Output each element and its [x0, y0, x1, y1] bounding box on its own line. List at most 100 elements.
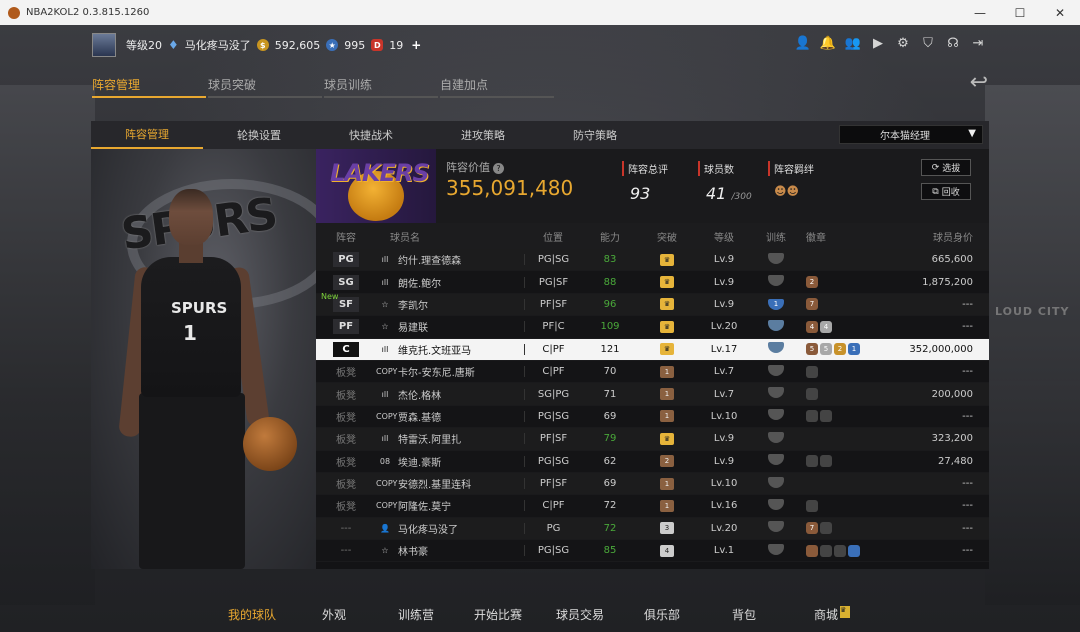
- breakthrough-cell: ♛: [638, 320, 696, 333]
- table-row[interactable]: 板凳 COPY 贾森.基德 PG|SG 69 1 Lv.10 ---: [316, 405, 989, 429]
- tab-lineup-management[interactable]: 阵容管理: [92, 73, 206, 98]
- friends-icon[interactable]: 👥: [845, 35, 861, 51]
- training-cell[interactable]: 1: [752, 298, 800, 311]
- training-shield-icon: [768, 342, 784, 354]
- badges-cell[interactable]: [800, 455, 888, 468]
- training-cell[interactable]: [752, 521, 800, 535]
- col-slot[interactable]: 阵容: [316, 229, 376, 244]
- badge-icon: 2: [834, 343, 846, 356]
- video-icon[interactable]: ▶: [870, 35, 886, 51]
- table-row[interactable]: SG ıll 朗佐.鲍尔 PG|SF 88 ♛ Lv.9 2 1,875,200: [316, 271, 989, 294]
- col-ability[interactable]: 能力: [582, 229, 638, 244]
- col-badges[interactable]: 徽章: [800, 229, 888, 244]
- breakthrough-cell: 1: [638, 477, 696, 490]
- badges-cell[interactable]: [800, 499, 888, 512]
- table-row[interactable]: PF ☆ 易建联 PF|C 109 ♛ Lv.20 4 4 ---: [316, 316, 989, 339]
- col-breakthrough[interactable]: 突破: [638, 229, 696, 244]
- table-row[interactable]: 板凳 08 埃迪.豪斯 PG|SG 62 2 Lv.9 27,480: [316, 450, 989, 473]
- select-button[interactable]: ⟳ 选拔: [921, 159, 971, 176]
- subtab-offense[interactable]: 进攻策略: [427, 121, 539, 149]
- player-name: 特雷沃.阿里扎: [398, 435, 462, 447]
- col-value[interactable]: 球员身价: [888, 229, 989, 244]
- nav-shop[interactable]: 商城 ♛: [814, 606, 851, 623]
- tab-player-breakthrough[interactable]: 球员突破: [208, 73, 322, 98]
- training-cell[interactable]: [752, 454, 800, 468]
- badges-cell[interactable]: 7: [800, 522, 888, 535]
- training-cell[interactable]: [752, 387, 800, 401]
- training-cell[interactable]: [752, 319, 800, 334]
- table-row[interactable]: --- 👤 马化疼马没了 PG 72 3 Lv.20 7 ---: [316, 517, 989, 541]
- badges-cell[interactable]: [800, 544, 888, 557]
- maximize-button[interactable]: ☐: [1000, 0, 1040, 25]
- table-row[interactable]: New SF ☆ 李凯尔 PF|SF 96 ♛ Lv.9 1 7 ---: [316, 292, 989, 317]
- badge-icon: [820, 544, 832, 557]
- badges-cell[interactable]: 7: [800, 298, 888, 311]
- nav-player-trade[interactable]: 球员交易: [556, 606, 604, 623]
- close-button[interactable]: ✕: [1040, 0, 1080, 25]
- col-position[interactable]: 位置: [524, 229, 582, 244]
- table-row[interactable]: PG ıll 约什.理查德森 PG|SG 83 ♛ Lv.9 665,600: [316, 249, 989, 272]
- badges-cell[interactable]: 2: [800, 276, 888, 289]
- badges-cell[interactable]: [800, 388, 888, 401]
- training-cell[interactable]: [752, 431, 800, 446]
- subtab-defense[interactable]: 防守策略: [539, 121, 651, 149]
- subtab-lineup[interactable]: 阵容管理: [91, 121, 203, 149]
- gear-icon[interactable]: ⚙: [895, 35, 911, 51]
- headset-icon[interactable]: ☊: [945, 35, 961, 51]
- table-row[interactable]: --- ☆ 林书豪 PG|SG 85 4 Lv.1 ---: [316, 540, 989, 563]
- profile-icon[interactable]: 👤: [795, 35, 811, 51]
- shield-icon[interactable]: ⛉: [920, 35, 936, 51]
- tab-player-training[interactable]: 球员训练: [324, 73, 438, 98]
- breakthrough-icon: ♛: [660, 432, 674, 445]
- subtab-quick-tactics[interactable]: 快捷战术: [315, 121, 427, 149]
- training-cell[interactable]: [752, 275, 800, 289]
- tab-custom-points[interactable]: 自建加点: [440, 73, 554, 98]
- nav-club[interactable]: 俱乐部: [644, 606, 680, 623]
- col-level[interactable]: 等级: [696, 229, 752, 244]
- slot-cell: 板凳: [316, 364, 376, 379]
- recharge-plus-button[interactable]: +: [411, 38, 421, 52]
- table-row[interactable]: 板凳 COPY 安德烈.基里连科 PF|SF 69 1 Lv.10 ---: [316, 472, 989, 496]
- training-cell[interactable]: [752, 498, 800, 513]
- logout-icon[interactable]: ⇥: [970, 35, 986, 51]
- breakthrough-cell: 3: [638, 522, 696, 535]
- training-cell[interactable]: [752, 252, 800, 267]
- training-cell[interactable]: [752, 476, 800, 491]
- table-row[interactable]: 板凳 COPY 卡尔-安东尼.唐斯 C|PF 70 1 Lv.7 ---: [316, 360, 989, 384]
- breakthrough-cell: 1: [638, 388, 696, 401]
- training-cell[interactable]: [752, 342, 800, 356]
- col-training[interactable]: 训练: [752, 229, 800, 244]
- table-row[interactable]: Cıll 维克托.文班亚马 C|PF 121 ♛ Lv.17 5 5 2 1 352,000,000: [316, 338, 989, 361]
- training-shield-icon: [768, 275, 784, 287]
- bell-icon[interactable]: 🔔: [820, 35, 836, 51]
- col-name[interactable]: 球员名: [376, 229, 524, 244]
- training-cell[interactable]: [752, 364, 800, 379]
- nav-start-game[interactable]: 开始比赛: [474, 606, 522, 623]
- table-row[interactable]: 板凳 ıll 特雷沃.阿里扎 PF|SF 79 ♛ Lv.9 323,200: [316, 428, 989, 451]
- player-count-max: /300: [731, 192, 752, 202]
- training-cell[interactable]: [752, 409, 800, 423]
- caret-down-icon: ▼: [968, 128, 976, 139]
- main-tabs: 阵容管理 球员突破 球员训练 自建加点: [92, 73, 556, 98]
- avatar[interactable]: [92, 33, 116, 57]
- manager-select[interactable]: 尔本猫经理 ▼: [839, 125, 983, 144]
- nav-backpack[interactable]: 背包: [732, 606, 756, 623]
- nav-training-camp[interactable]: 训练营: [398, 606, 434, 623]
- help-icon[interactable]: ?: [493, 163, 504, 174]
- badges-cell[interactable]: [800, 365, 888, 378]
- nav-appearance[interactable]: 外观: [322, 606, 346, 623]
- badges-cell[interactable]: 5521: [800, 343, 888, 356]
- subtab-rotation[interactable]: 轮换设置: [203, 121, 315, 149]
- bottom-nav: 我的球队 外观 训练营 开始比赛 球员交易 俱乐部 背包 商城 ♛: [0, 600, 1080, 630]
- table-row[interactable]: 板凳 COPY 阿隆佐.莫宁 C|PF 72 1 Lv.16 ---: [316, 495, 989, 518]
- nav-my-team[interactable]: 我的球队: [228, 606, 276, 623]
- slot-cell: 板凳: [316, 409, 376, 424]
- badges-cell[interactable]: [800, 410, 888, 423]
- slot-cell: C: [316, 341, 376, 357]
- minimize-button[interactable]: —: [960, 0, 1000, 25]
- badges-cell[interactable]: 44: [800, 320, 888, 333]
- table-row[interactable]: 板凳 ıll 杰伦.格林 SG|PG 71 1 Lv.7 200,000: [316, 383, 989, 406]
- back-arrow-icon[interactable]: ↩: [970, 70, 988, 95]
- recycle-button[interactable]: ⧉ 回收: [921, 183, 971, 200]
- training-cell[interactable]: [752, 543, 800, 558]
